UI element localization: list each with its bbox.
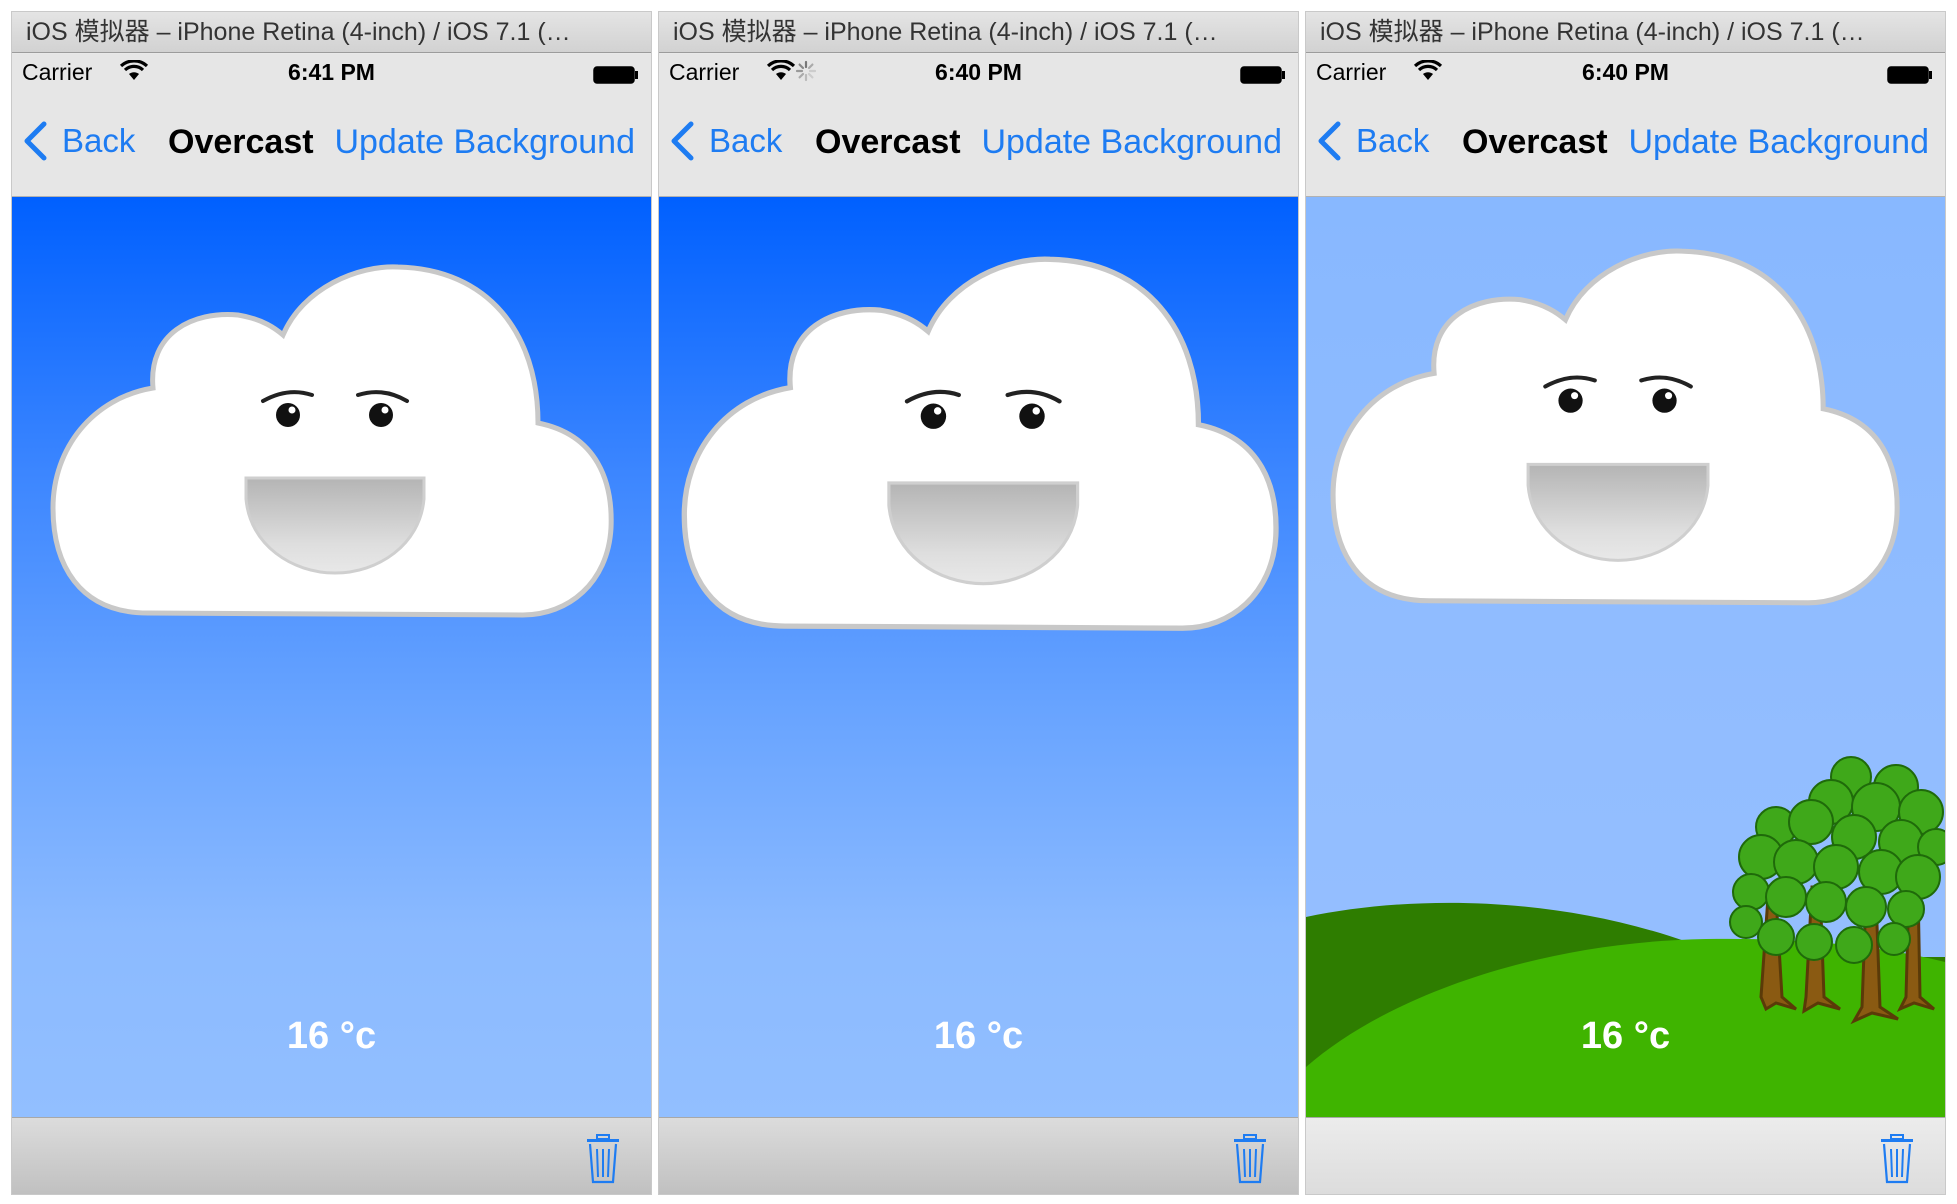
navigation-bar: Back Overcast Update Background bbox=[659, 90, 1298, 197]
back-button[interactable]: Back bbox=[669, 118, 782, 164]
back-chevron-icon bbox=[1316, 121, 1342, 161]
bottom-toolbar bbox=[659, 1117, 1298, 1194]
cloud-face-icon bbox=[679, 255, 1279, 641]
page-title: Overcast bbox=[815, 123, 961, 161]
back-chevron-icon bbox=[669, 121, 695, 161]
cloud-face-icon bbox=[48, 263, 614, 627]
weather-background: 16 °c bbox=[12, 197, 651, 1117]
status-time: 6:41 PM bbox=[288, 59, 375, 85]
back-button[interactable]: Back bbox=[22, 118, 135, 164]
window-title: iOS 模拟器 – iPhone Retina (4-inch) / iOS 7… bbox=[12, 12, 651, 53]
back-label: Back bbox=[709, 122, 783, 159]
back-label: Back bbox=[62, 122, 136, 159]
page-title: Overcast bbox=[168, 123, 314, 161]
update-background-button[interactable]: Update Background bbox=[1628, 123, 1929, 162]
trash-icon[interactable] bbox=[1232, 1134, 1268, 1184]
window-title: iOS 模拟器 – iPhone Retina (4-inch) / iOS 7… bbox=[659, 12, 1298, 53]
weather-background: 16 °c bbox=[659, 197, 1298, 1117]
navigation-bar: Back Overcast Update Background bbox=[12, 90, 651, 197]
temperature-label: 16 °c bbox=[286, 1015, 377, 1057]
temperature-label: 16 °c bbox=[1580, 1015, 1671, 1057]
battery-icon bbox=[1887, 66, 1933, 84]
bottom-toolbar bbox=[12, 1117, 651, 1194]
status-time: 6:40 PM bbox=[935, 59, 1022, 85]
status-time: 6:40 PM bbox=[1582, 59, 1669, 85]
simulator-window-3: iOS 模拟器 – iPhone Retina (4-inch) / iOS 7… bbox=[1306, 12, 1945, 1194]
trash-icon[interactable] bbox=[585, 1134, 621, 1184]
weather-background: 16 °c bbox=[1306, 197, 1945, 1117]
back-label: Back bbox=[1356, 122, 1430, 159]
update-background-button[interactable]: Update Background bbox=[334, 123, 635, 162]
update-background-button[interactable]: Update Background bbox=[981, 123, 1282, 162]
bottom-toolbar bbox=[1306, 1117, 1945, 1194]
back-chevron-icon bbox=[22, 121, 48, 161]
simulator-window-2: iOS 模拟器 – iPhone Retina (4-inch) / iOS 7… bbox=[659, 12, 1298, 1194]
cloud-face-icon bbox=[1328, 247, 1900, 615]
back-button[interactable]: Back bbox=[1316, 118, 1429, 164]
battery-icon bbox=[1240, 66, 1286, 84]
simulator-window-1: iOS 模拟器 – iPhone Retina (4-inch) / iOS 7… bbox=[12, 12, 651, 1194]
status-bar: Carrier 6:40 PM bbox=[1306, 54, 1945, 90]
navigation-bar: Back Overcast Update Background bbox=[1306, 90, 1945, 197]
trash-icon[interactable] bbox=[1879, 1134, 1915, 1184]
status-bar: Carrier 6:41 PM bbox=[12, 54, 651, 90]
window-title: iOS 模拟器 – iPhone Retina (4-inch) / iOS 7… bbox=[1306, 12, 1945, 53]
battery-icon bbox=[593, 66, 639, 84]
page-title: Overcast bbox=[1462, 123, 1608, 161]
temperature-label: 16 °c bbox=[933, 1015, 1024, 1057]
status-bar: Carrier 6:40 PM bbox=[659, 54, 1298, 90]
